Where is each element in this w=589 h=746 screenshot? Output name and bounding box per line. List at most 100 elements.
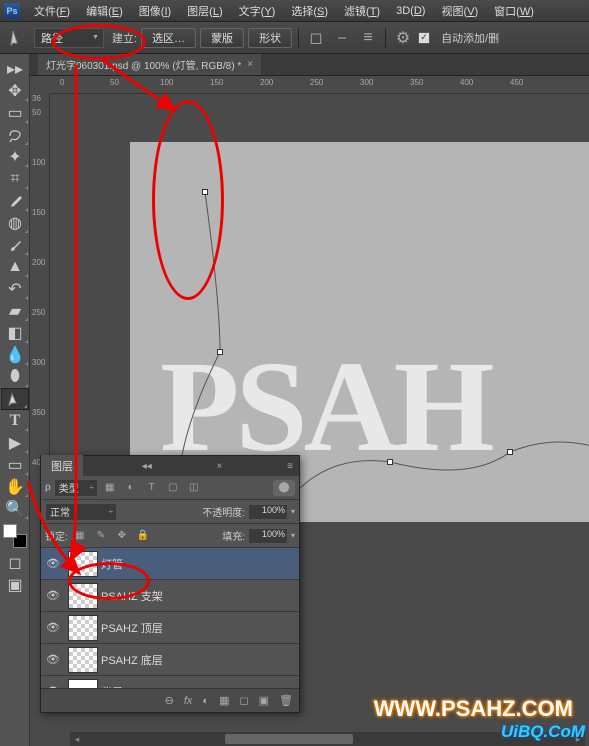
- path-mode-dropdown[interactable]: 路径: [34, 28, 104, 48]
- panel-bottom-bar: ⊖ fx ◐ ▦ ◻ ▣ 🗑: [41, 688, 299, 712]
- separator: [298, 28, 299, 48]
- lasso-tool[interactable]: [1, 124, 29, 146]
- quickmask-icon[interactable]: ◻: [1, 552, 29, 574]
- layer-thumbnail[interactable]: [68, 615, 98, 641]
- menu-filter[interactable]: 滤镜(T): [336, 1, 388, 21]
- zoom-tool[interactable]: 🔍: [1, 498, 29, 520]
- align-icon[interactable]: ⎯: [331, 28, 353, 48]
- scroll-left-icon[interactable]: ◂: [70, 732, 84, 746]
- current-tool-icon[interactable]: [6, 26, 30, 50]
- watermark: WWW.PSAHZ.COM: [374, 696, 573, 722]
- hand-tool[interactable]: ✋: [1, 476, 29, 498]
- options-bar: 路径 建立: 选区… 蒙版 形状 ◻ ⎯ ≡ ⚙ ✓ 自动添加/删: [0, 22, 589, 54]
- group-icon[interactable]: ◻: [239, 694, 248, 707]
- visibility-icon[interactable]: 👁: [41, 653, 65, 666]
- link-icon[interactable]: ⊖: [165, 694, 174, 707]
- menu-select[interactable]: 选择(S): [283, 1, 336, 21]
- layer-row[interactable]: 👁 PSAHZ 底层: [41, 644, 299, 676]
- opacity-input[interactable]: 100%: [248, 504, 288, 520]
- filter-adjust-icon[interactable]: ◐: [122, 480, 140, 496]
- filter-type-icon[interactable]: T: [143, 480, 161, 496]
- type-tool[interactable]: T: [1, 410, 29, 432]
- filter-kind-dropdown[interactable]: 类型: [54, 479, 98, 497]
- toolbox: ▸▸ ✥ ▭ ✦ ⌗ ◍ ▲ ↶ ▰ ◧ 💧 ⬮ T ▶ ▭ ✋ 🔍 ◻ ▣: [0, 54, 30, 746]
- path-select-tool[interactable]: ▶: [1, 432, 29, 454]
- visibility-icon[interactable]: 👁: [41, 557, 65, 570]
- scrollbar-thumb[interactable]: [225, 734, 354, 744]
- layers-tab[interactable]: 图层: [41, 455, 83, 477]
- layer-thumbnail[interactable]: [68, 647, 98, 673]
- fill-input[interactable]: 100%: [248, 528, 288, 544]
- panel-close-icon[interactable]: ×: [211, 461, 229, 472]
- dodge-tool[interactable]: ⬮: [1, 366, 29, 388]
- fx-icon[interactable]: fx: [184, 695, 193, 707]
- filter-shape-icon[interactable]: ▢: [164, 480, 182, 496]
- marquee-tool[interactable]: ▭: [1, 102, 29, 124]
- document-tab[interactable]: 灯光字060301.psd @ 100% (灯管, RGB/8) * ×: [38, 54, 261, 75]
- crop-tool[interactable]: ⌗: [1, 168, 29, 190]
- eyedropper-tool[interactable]: [1, 190, 29, 212]
- lock-all-icon[interactable]: 🔒: [134, 528, 152, 544]
- menu-type[interactable]: 文字(Y): [231, 1, 284, 21]
- visibility-icon[interactable]: 👁: [41, 685, 65, 688]
- menu-window[interactable]: 窗口(W): [486, 1, 542, 21]
- gear-icon[interactable]: ⚙: [392, 28, 414, 48]
- stamp-tool[interactable]: ▲: [1, 256, 29, 278]
- blur-tool[interactable]: 💧: [1, 344, 29, 366]
- lock-paint-icon[interactable]: ✎: [92, 528, 110, 544]
- layer-thumbnail[interactable]: [68, 583, 98, 609]
- pen-tool[interactable]: [1, 388, 29, 410]
- path-anchor[interactable]: [387, 459, 393, 465]
- menu-view[interactable]: 视图(V): [433, 1, 486, 21]
- fg-bg-colors[interactable]: [3, 524, 27, 548]
- filter-smart-icon[interactable]: ◫: [185, 480, 203, 496]
- layer-thumbnail[interactable]: [68, 551, 98, 577]
- menu-image[interactable]: 图像(I): [131, 1, 179, 21]
- eraser-tool[interactable]: ▰: [1, 300, 29, 322]
- auto-add-checkbox[interactable]: ✓: [418, 32, 430, 44]
- app-logo: Ps: [4, 3, 20, 19]
- mask-icon[interactable]: ◐: [202, 695, 209, 707]
- filter-image-icon[interactable]: ▦: [101, 480, 119, 496]
- menu-layer[interactable]: 图层(L): [179, 1, 230, 21]
- visibility-icon[interactable]: 👁: [41, 621, 65, 634]
- close-icon[interactable]: ×: [247, 59, 253, 70]
- auto-add-label: 自动添加/删: [441, 30, 499, 46]
- filter-toggle[interactable]: ⬤: [273, 480, 295, 496]
- panel-collapse-icon[interactable]: ◂◂: [136, 461, 158, 472]
- path-anchor[interactable]: [202, 189, 208, 195]
- lock-trans-icon[interactable]: ▦: [71, 528, 89, 544]
- mask-button[interactable]: 蒙版: [200, 28, 244, 48]
- history-brush-tool[interactable]: ↶: [1, 278, 29, 300]
- layer-row[interactable]: 👁 灯管: [41, 548, 299, 580]
- trash-icon[interactable]: 🗑: [279, 694, 293, 707]
- path-anchor[interactable]: [507, 449, 513, 455]
- shape-tool[interactable]: ▭: [1, 454, 29, 476]
- adjustment-icon[interactable]: ▦: [219, 694, 229, 707]
- layer-row[interactable]: 👁 PSAHZ 顶层: [41, 612, 299, 644]
- tool-tabs-icon[interactable]: ▸▸: [1, 58, 29, 80]
- opacity-label: 不透明度:: [202, 504, 245, 519]
- layer-row[interactable]: 👁 PSAHZ 支架: [41, 580, 299, 612]
- shape-button[interactable]: 形状: [248, 28, 292, 48]
- lock-move-icon[interactable]: ✥: [113, 528, 131, 544]
- new-layer-icon[interactable]: ▣: [259, 694, 269, 707]
- path-op-icon[interactable]: ◻: [305, 28, 327, 48]
- layer-thumbnail[interactable]: [68, 679, 98, 689]
- screenmode-icon[interactable]: ▣: [1, 574, 29, 596]
- path-anchor[interactable]: [217, 349, 223, 355]
- move-tool[interactable]: ✥: [1, 80, 29, 102]
- arrange-icon[interactable]: ≡: [357, 28, 379, 48]
- menu-edit[interactable]: 编辑(E): [78, 1, 131, 21]
- panel-menu-icon[interactable]: ≡: [281, 461, 299, 472]
- menu-file[interactable]: 文件(F): [26, 1, 78, 21]
- wand-tool[interactable]: ✦: [1, 146, 29, 168]
- layer-row[interactable]: 👁 背景: [41, 676, 299, 688]
- brush-tool[interactable]: [1, 234, 29, 256]
- visibility-icon[interactable]: 👁: [41, 589, 65, 602]
- blend-mode-dropdown[interactable]: 正常: [45, 503, 117, 521]
- selection-button[interactable]: 选区…: [141, 28, 196, 48]
- menu-3d[interactable]: 3D(D): [388, 3, 433, 19]
- gradient-tool[interactable]: ◧: [1, 322, 29, 344]
- heal-tool[interactable]: ◍: [1, 212, 29, 234]
